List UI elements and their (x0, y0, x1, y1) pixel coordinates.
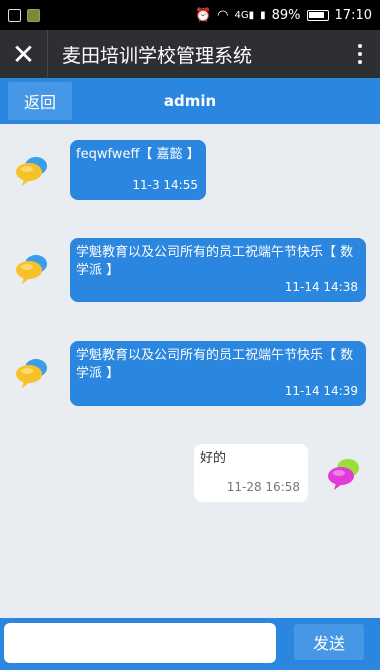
message-text: 学魁教育以及公司所有的员工祝端午节快乐【 数学派 】 (76, 245, 354, 278)
chat-avatar-icon (16, 255, 47, 284)
message-text: feqwfweff【 嘉懿 】 (76, 147, 200, 162)
back-button[interactable]: 返回 (8, 82, 72, 120)
message-input[interactable] (4, 623, 276, 663)
send-button[interactable]: 发送 (294, 624, 364, 660)
signal-icon: ▮ (260, 9, 266, 21)
message-time: 11-14 14:38 (284, 280, 358, 294)
chat-avatar-icon (16, 157, 47, 186)
alarm-icon: ⏰ (194, 7, 212, 23)
message-time: 11-28 16:58 (226, 480, 300, 494)
battery-percent: 89% (271, 7, 301, 23)
message-time: 11-14 14:39 (284, 384, 358, 398)
composer-bar: 发送 (0, 618, 380, 670)
image-icon (8, 8, 21, 22)
app-title: 麦田培训学校管理系统 (62, 44, 253, 67)
chat-avatar-icon (16, 359, 47, 388)
notification-icon (27, 8, 40, 22)
message-text: 学魁教育以及公司所有的员工祝端午节快乐【 数学派 】 (76, 348, 354, 381)
battery-icon (306, 9, 329, 21)
message-bubble[interactable]: feqwfweff【 嘉懿 】 11-3 14:55 (70, 140, 206, 200)
chat-header: admin 返回 (0, 78, 380, 124)
message-bubble[interactable]: 学魁教育以及公司所有的员工祝端午节快乐【 数学派 】 11-14 14:38 (70, 238, 366, 302)
message-text: 好的 (200, 451, 227, 466)
status-bar: ⏰ ◠ 4G▮ ▮ 89% 17:10 (0, 0, 380, 30)
message-bubble[interactable]: 好的 11-28 16:58 (194, 444, 308, 502)
message-time: 11-3 14:55 (132, 178, 198, 192)
app-titlebar: ✕ 麦田培训学校管理系统 (0, 30, 380, 78)
clock: 17:10 (334, 7, 372, 23)
more-menu-icon[interactable] (340, 30, 380, 78)
signal-4g-icon: 4G▮ (234, 9, 255, 21)
user-avatar-icon (328, 459, 359, 490)
message-bubble[interactable]: 学魁教育以及公司所有的员工祝端午节快乐【 数学派 】 11-14 14:39 (70, 341, 366, 406)
wifi-icon: ◠ (217, 7, 229, 23)
close-icon[interactable]: ✕ (0, 30, 48, 78)
